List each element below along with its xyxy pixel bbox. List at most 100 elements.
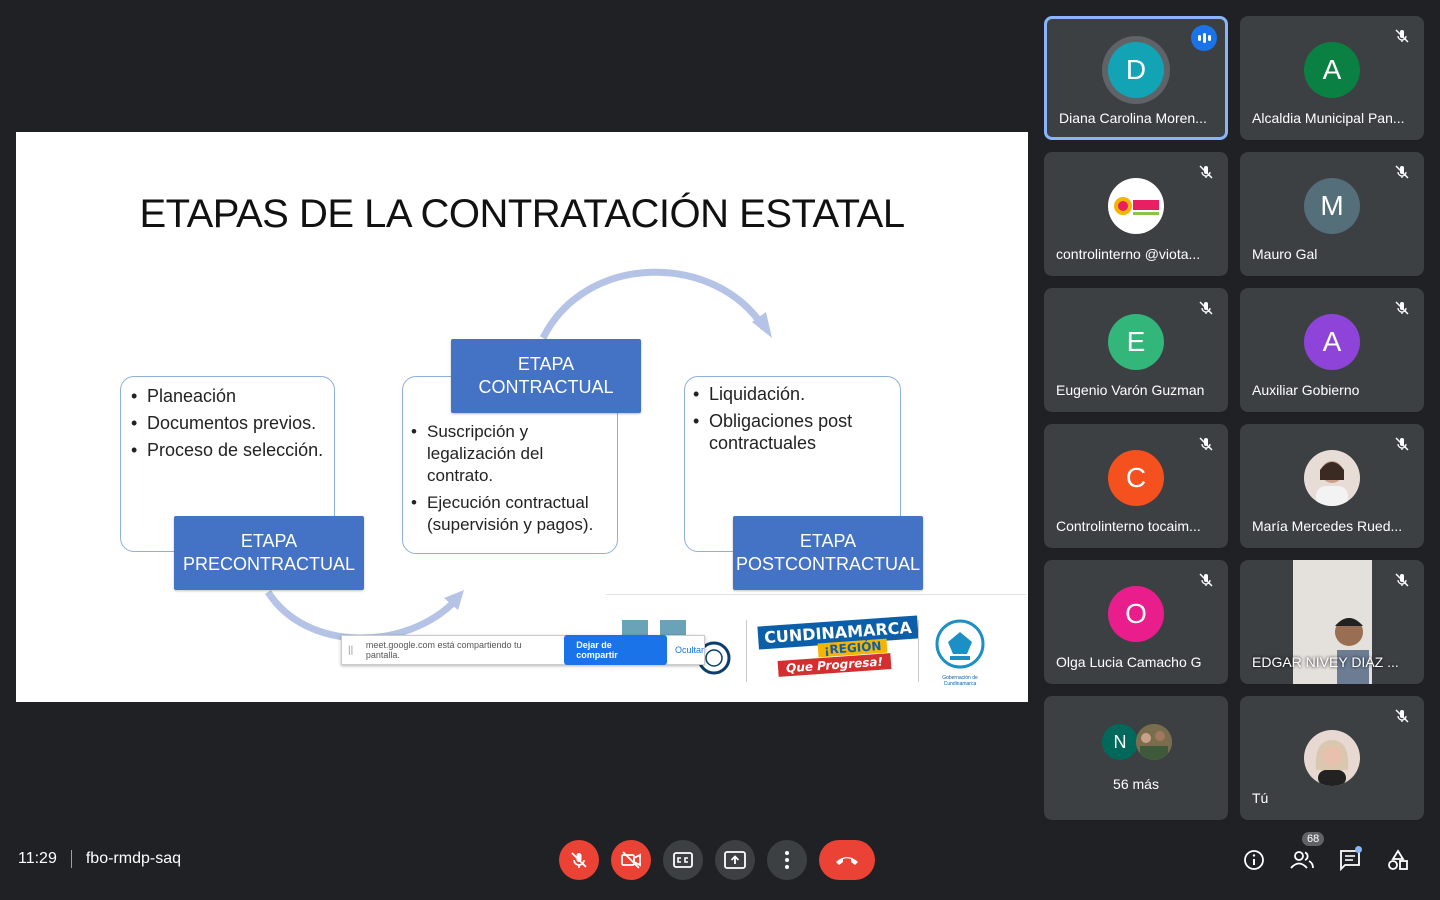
seal-caption: Gobernación de Cundinamarca xyxy=(942,675,978,687)
leave-call-button[interactable] xyxy=(819,840,875,880)
list-item: Liquidación. xyxy=(689,383,896,405)
avatar-initial: C xyxy=(1125,462,1147,493)
avatar: O xyxy=(1108,586,1164,642)
participant-tile[interactable]: A Auxiliar Gobierno xyxy=(1240,288,1424,412)
profile-photo xyxy=(1304,730,1360,786)
meeting-details: 11:29 fbo-rmdp-saq xyxy=(18,850,181,868)
avatar-initial: M xyxy=(1320,190,1344,221)
shared-screen: ETAPAS DE LA CONTRATACIÓN ESTATAL Planea… xyxy=(16,132,1028,702)
tag-postcontractual: ETAPA POSTCONTRACTUAL xyxy=(733,516,923,590)
avatar-initial: E xyxy=(1126,326,1146,357)
participant-name: Diana Carolina Moren... xyxy=(1059,110,1207,126)
more-count: 56 más xyxy=(1113,776,1159,792)
group-photo-avatar xyxy=(1136,724,1172,760)
unread-indicator xyxy=(1355,846,1362,853)
participant-name: Auxiliar Gobierno xyxy=(1252,382,1360,398)
people-button[interactable] xyxy=(1288,846,1316,874)
gobernacion-seal: Gobernación de Cundinamarca xyxy=(931,618,989,687)
mic-off-icon xyxy=(1395,709,1409,723)
avatar-initial: A xyxy=(1322,326,1342,357)
participant-tile[interactable]: M Mauro Gal xyxy=(1240,152,1424,276)
participant-tile[interactable]: A Alcaldia Municipal Pan... xyxy=(1240,16,1424,140)
cundinamarca-logo: CUNDINAMARCA ¡REGIÓN Que Progresa! xyxy=(757,615,919,681)
camera-toggle-button[interactable] xyxy=(611,840,651,880)
avatar: D xyxy=(1108,42,1164,98)
avatar-initial: N xyxy=(1113,731,1127,752)
present-screen-button[interactable] xyxy=(715,840,755,880)
mic-off-icon xyxy=(1395,165,1409,179)
participant-tile-self[interactable]: Tú xyxy=(1240,696,1424,820)
more-options-button[interactable] xyxy=(767,840,807,880)
participant-tile[interactable]: controlinterno @viota... xyxy=(1044,152,1228,276)
stop-sharing-button[interactable]: Dejar de compartir xyxy=(564,635,667,665)
avatar-initial: D xyxy=(1125,54,1147,85)
microphone-toggle-button[interactable] xyxy=(559,840,599,880)
participant-name: Eugenio Varón Guzman xyxy=(1056,382,1205,398)
participant-tile[interactable]: EDGAR NIVEY DIAZ ... xyxy=(1240,560,1424,684)
avatar: M xyxy=(1304,178,1360,234)
activities-button[interactable] xyxy=(1384,846,1412,874)
logo-text: Que Progresa! xyxy=(777,653,892,677)
avatar: N xyxy=(1102,724,1138,760)
participant-name: Tú xyxy=(1252,790,1269,806)
avatar: C xyxy=(1108,450,1164,506)
mic-off-icon xyxy=(1199,301,1213,315)
mic-off-icon xyxy=(1395,29,1409,43)
meeting-time: 11:29 xyxy=(18,850,57,867)
avatar-initial: A xyxy=(1322,54,1342,85)
participant-name: Controlinterno tocaim... xyxy=(1056,518,1201,534)
captions-button[interactable] xyxy=(663,840,703,880)
participant-count-badge: 68 xyxy=(1302,832,1325,846)
more-options-icon xyxy=(785,851,789,869)
drag-handle-icon[interactable]: || xyxy=(348,645,358,656)
participant-name: EDGAR NIVEY DIAZ ... xyxy=(1252,654,1399,670)
hang-up-icon xyxy=(836,857,858,865)
list-item: Proceso de selección. xyxy=(127,439,328,461)
group-photo-icon xyxy=(1136,724,1172,760)
info-icon xyxy=(1244,850,1264,870)
list-item: Obligaciones post contractuales xyxy=(689,410,896,454)
captions-icon xyxy=(673,852,693,868)
mic-off-icon xyxy=(1199,573,1213,587)
people-icon xyxy=(1290,851,1314,869)
participant-tile[interactable]: María Mercedes Rued... xyxy=(1240,424,1424,548)
divider xyxy=(746,620,747,682)
camera-off-icon xyxy=(621,851,641,869)
participant-name: Mauro Gal xyxy=(1252,246,1318,262)
participant-name: María Mercedes Rued... xyxy=(1252,518,1403,534)
tag-contractual: ETAPA CONTRACTUAL xyxy=(451,339,641,413)
participant-tile[interactable]: E Eugenio Varón Guzman xyxy=(1044,288,1228,412)
participant-tile[interactable]: D Diana Carolina Moren... xyxy=(1044,16,1228,140)
divider xyxy=(70,850,72,868)
person-photo-icon xyxy=(1316,461,1348,506)
list-item: Documentos previos. xyxy=(127,412,328,434)
share-message: meet.google.com está compartiendo tu pan… xyxy=(365,640,522,660)
speaking-indicator-icon xyxy=(1191,25,1217,51)
viota-logo-avatar xyxy=(1108,178,1164,234)
activities-icon xyxy=(1388,849,1408,870)
participant-name: Olga Lucia Camacho G xyxy=(1056,654,1202,670)
list-item: Suscripción y legalización del contrato. xyxy=(407,421,613,487)
participant-name: Alcaldia Municipal Pan... xyxy=(1252,110,1405,126)
avatar: A xyxy=(1304,314,1360,370)
avatar: A xyxy=(1304,42,1360,98)
mic-off-icon xyxy=(1395,573,1409,587)
meeting-info-button[interactable] xyxy=(1240,846,1268,874)
profile-photo xyxy=(1304,450,1360,506)
hide-banner-link[interactable]: Ocultar xyxy=(675,645,704,655)
mic-off-icon xyxy=(1199,165,1213,179)
mic-off-icon xyxy=(1395,437,1409,451)
more-participants-tile[interactable]: N 56 más xyxy=(1044,696,1228,820)
person-photo-icon xyxy=(1315,740,1349,786)
mic-off-icon xyxy=(571,852,587,868)
mic-off-icon xyxy=(1199,437,1213,451)
participant-tile[interactable]: O Olga Lucia Camacho G xyxy=(1044,560,1228,684)
seal-icon xyxy=(935,619,985,669)
divider xyxy=(606,594,1026,595)
present-screen-icon xyxy=(724,851,746,869)
avatar-initial: O xyxy=(1125,598,1147,629)
mic-off-icon xyxy=(1395,301,1409,315)
divider xyxy=(918,620,919,682)
tag-precontractual: ETAPA PRECONTRACTUAL xyxy=(174,516,364,590)
participant-tile[interactable]: C Controlinterno tocaim... xyxy=(1044,424,1228,548)
